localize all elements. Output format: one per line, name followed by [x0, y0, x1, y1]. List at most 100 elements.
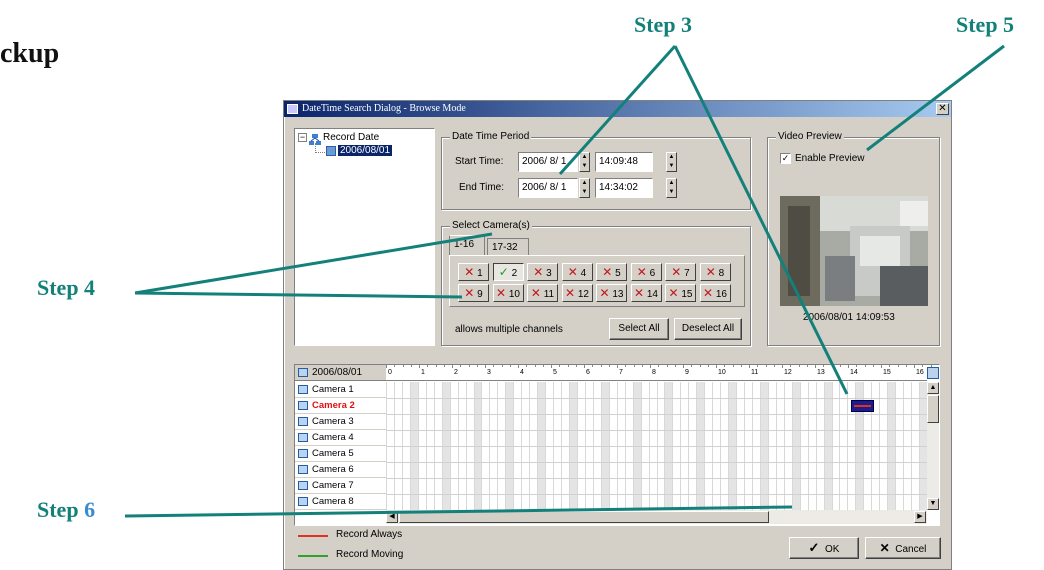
vertical-scroll-thumb[interactable]: [927, 395, 939, 423]
camera-name: Camera 3: [312, 416, 354, 427]
camera-name: Camera 5: [312, 448, 354, 459]
camera-name: Camera 8: [312, 496, 354, 507]
tree-date-item[interactable]: 2006/08/01: [338, 145, 393, 156]
scroll-down-button[interactable]: ▼: [927, 498, 939, 510]
checkmark-icon: ✓: [808, 540, 820, 555]
ruler-tick: [402, 365, 404, 367]
recording-segment[interactable]: [851, 400, 875, 412]
x-icon: ✕: [464, 265, 475, 279]
x-icon: ✕: [567, 265, 578, 279]
camera-row-label[interactable]: Camera 5: [295, 446, 386, 462]
ruler-tick: [922, 365, 924, 367]
ruler-tick: [452, 365, 453, 368]
camera-row-label[interactable]: Camera 1: [295, 382, 386, 398]
end-time-field[interactable]: 14:34:02: [595, 178, 653, 198]
ok-button[interactable]: ✓ OK: [789, 537, 859, 559]
camera-toggle-9[interactable]: ✕ 9: [458, 284, 489, 302]
start-date-field[interactable]: 2006/ 8/ 1: [518, 152, 578, 172]
camera-toggle-2[interactable]: ✓ 2: [492, 263, 524, 281]
x-icon: ✕: [703, 286, 714, 300]
deselect-all-button[interactable]: Deselect All: [674, 318, 742, 340]
camera-toggle-14[interactable]: ✕ 14: [630, 284, 662, 302]
camera-icon: [298, 481, 308, 490]
hour-tick-label: 2: [454, 369, 458, 376]
camera-toggle-16[interactable]: ✕ 16: [699, 284, 731, 302]
camera-number: 13: [609, 289, 624, 300]
app-icon: [287, 104, 298, 114]
camera-toggle-13[interactable]: ✕ 13: [596, 284, 627, 302]
camera-row-label[interactable]: Camera 6: [295, 462, 386, 478]
ruler-tick: [575, 365, 577, 367]
timeline-grid[interactable]: [386, 382, 927, 510]
camera-toggle-5[interactable]: ✕ 5: [596, 263, 627, 281]
start-time-spinner[interactable]: ▲ ▼: [666, 152, 677, 172]
tab-17-32[interactable]: 17-32: [487, 238, 529, 255]
datetime-search-dialog: DateTime Search Dialog - Browse Mode ✕ −…: [283, 100, 952, 570]
date-time-period-label: Date Time Period: [450, 131, 532, 142]
camera-row-label[interactable]: Camera 7: [295, 478, 386, 494]
camera-toggle-11[interactable]: ✕ 11: [527, 284, 558, 302]
ruler-tick: [773, 365, 775, 367]
end-date-field[interactable]: 2006/ 8/ 1: [518, 178, 578, 198]
end-time-spinner[interactable]: ▲ ▼: [666, 178, 677, 198]
end-date-spinner[interactable]: ▲ ▼: [579, 178, 590, 198]
step-3-label: Step 3: [634, 12, 693, 37]
ruler-tick: [914, 365, 915, 368]
camera-number: 2: [508, 268, 518, 279]
close-button[interactable]: ✕: [936, 103, 949, 115]
camera-toggle-10[interactable]: ✕ 10: [492, 284, 524, 302]
camera-toggle-8[interactable]: ✕ 8: [699, 263, 731, 281]
camera-row-label[interactable]: Camera 4: [295, 430, 386, 446]
camera-toggle-4[interactable]: ✕ 4: [561, 263, 593, 281]
ruler-tick: [749, 365, 750, 368]
select-all-button[interactable]: Select All: [609, 318, 669, 340]
vertical-scrollbar[interactable]: ▲ ▼: [927, 382, 939, 510]
camera-row-label[interactable]: Camera 8: [295, 494, 386, 510]
step-5-label: Step 5: [956, 12, 1015, 37]
camera-toggle-12[interactable]: ✕ 12: [561, 284, 593, 302]
grid-row-line: [386, 494, 927, 495]
x-icon: ✕: [464, 286, 475, 300]
scroll-up-button[interactable]: ▲: [927, 382, 939, 394]
ruler-tick: [724, 365, 726, 367]
tab-1-16[interactable]: 1-16: [449, 235, 485, 255]
scroll-right-button[interactable]: ▶: [914, 511, 926, 523]
collapse-icon[interactable]: −: [298, 133, 307, 142]
ruler-tick: [798, 365, 800, 367]
start-time-field[interactable]: 14:09:48: [595, 152, 653, 172]
horizontal-scrollbar[interactable]: ◀ ▶: [386, 510, 927, 524]
hour-tick-label: 15: [883, 369, 891, 376]
camera-toggle-1[interactable]: ✕ 1: [458, 263, 489, 281]
camera-row-label[interactable]: Camera 2: [295, 398, 386, 414]
ruler-tick: [732, 365, 734, 367]
enable-preview-checkbox[interactable]: ✓: [780, 153, 791, 164]
camera-row-labels: Camera 1 Camera 2 Camera 3 Camera 4 Camera 5…: [295, 382, 386, 510]
camera-name: Camera 1: [312, 384, 354, 395]
cancel-label: Cancel: [895, 544, 927, 555]
start-date-spinner[interactable]: ▲ ▼: [579, 152, 590, 172]
ruler-tick: [765, 365, 767, 367]
horizontal-scroll-thumb[interactable]: [399, 511, 769, 523]
camera-number: 8: [715, 268, 725, 279]
cancel-x-icon: ✕: [879, 541, 890, 555]
ruler-tick: [567, 365, 569, 367]
ruler-tick: [427, 365, 429, 367]
tree-root-label[interactable]: Record Date: [323, 132, 379, 143]
camera-row-label[interactable]: Camera 3: [295, 414, 386, 430]
camera-icon: [298, 401, 308, 410]
scroll-left-button[interactable]: ◀: [386, 511, 398, 523]
camera-toggle-6[interactable]: ✕ 6: [630, 263, 662, 281]
ruler-tick: [889, 365, 891, 367]
timeline-zoom-icon[interactable]: [927, 367, 939, 379]
camera-name: Camera 4: [312, 432, 354, 443]
video-preview-label: Video Preview: [776, 131, 844, 142]
camera-toggle-3[interactable]: ✕ 3: [527, 263, 558, 281]
x-icon: ✕: [636, 265, 647, 279]
ruler-tick: [658, 365, 660, 367]
camera-toggle-7[interactable]: ✕ 7: [665, 263, 696, 281]
x-icon: ✕: [705, 265, 716, 279]
cancel-button[interactable]: ✕ Cancel: [865, 537, 941, 559]
calendar-icon: [298, 368, 308, 377]
step-6-label: Step 6: [37, 497, 95, 523]
camera-toggle-15[interactable]: ✕ 15: [665, 284, 696, 302]
